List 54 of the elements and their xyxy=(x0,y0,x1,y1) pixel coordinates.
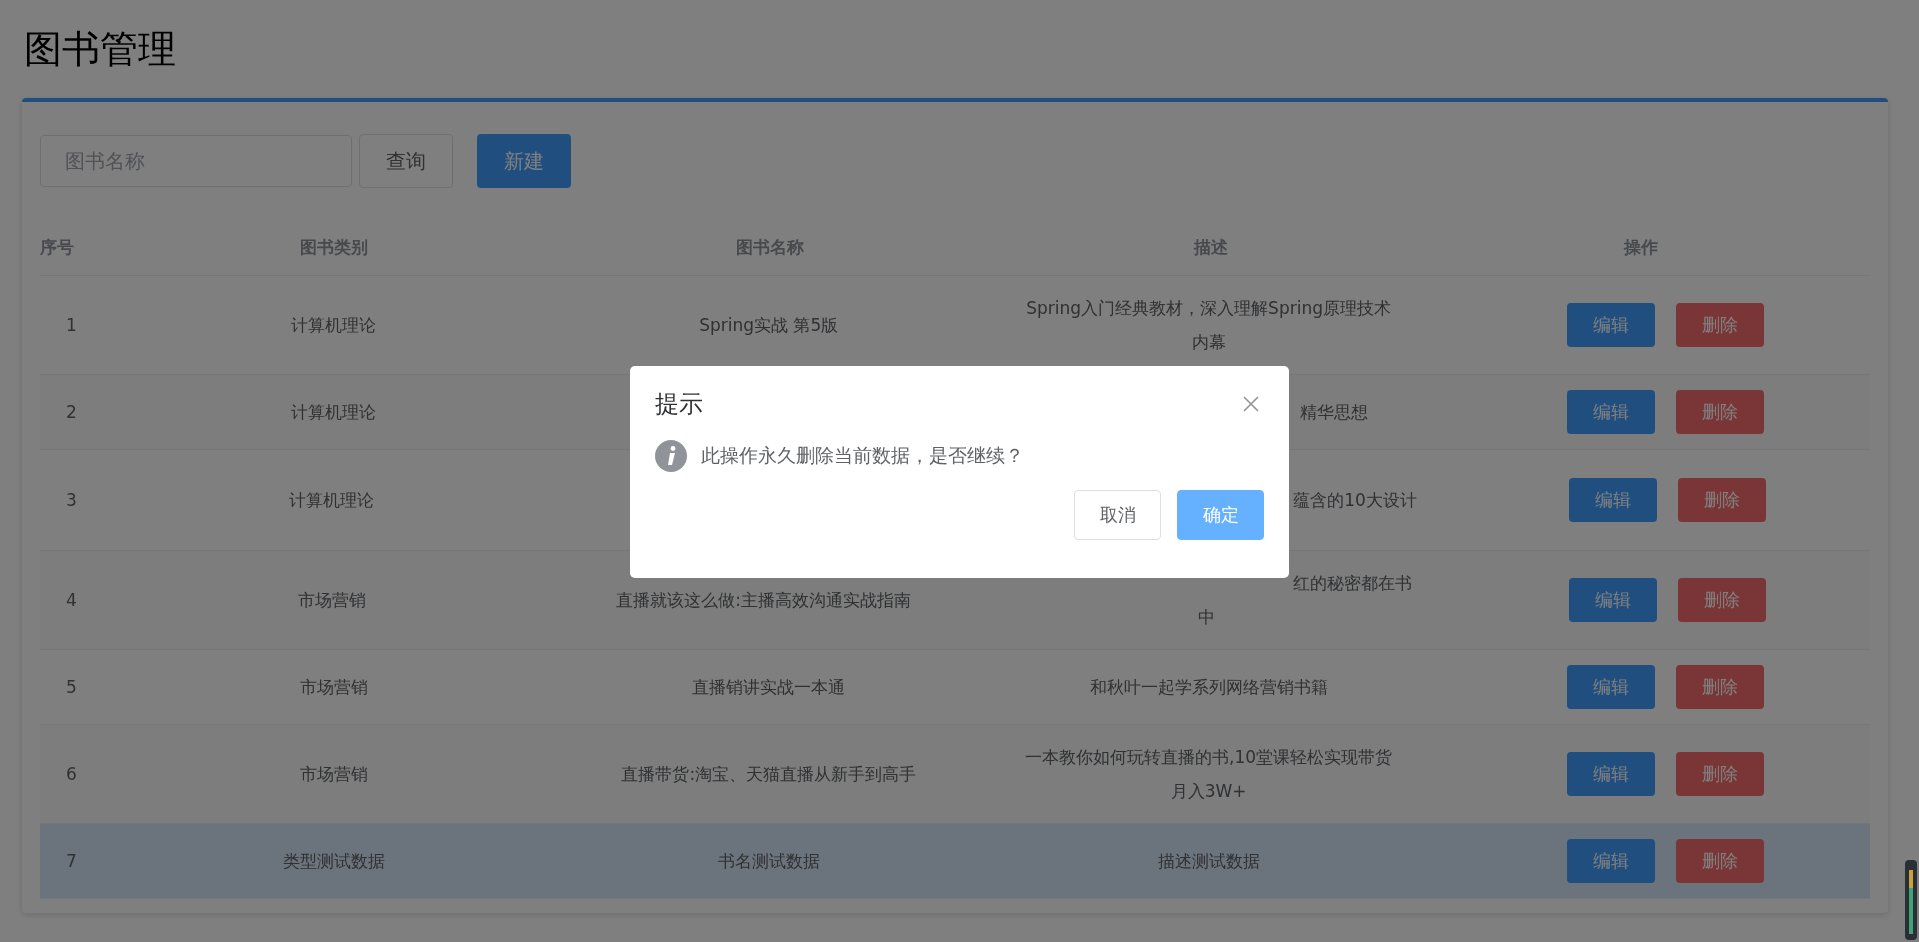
table-cell: 蕴含的10大设计 xyxy=(1293,490,1417,510)
edit-button[interactable]: 编辑 xyxy=(1567,390,1655,434)
table-cell: 一本教你如何玩转直播的书,10堂课轻松实现带货 xyxy=(1025,747,1393,767)
table-cell: 类型测试数据 xyxy=(282,849,385,873)
edit-button[interactable]: 编辑 xyxy=(1567,752,1655,796)
cancel-button[interactable]: 取消 xyxy=(1074,490,1161,540)
table-cell: 1 xyxy=(66,315,77,335)
table-cell: 计算机理论 xyxy=(289,488,375,512)
edit-button[interactable]: 编辑 xyxy=(1569,478,1658,522)
level-meter-icon xyxy=(1905,860,1917,940)
delete-button[interactable]: 删除 xyxy=(1676,390,1764,434)
delete-button[interactable]: 删除 xyxy=(1676,839,1764,883)
table-cell: 5 xyxy=(66,677,77,697)
table-cell: 内幕 xyxy=(1191,332,1226,352)
table-cell: 计算机理论 xyxy=(291,313,377,337)
new-button[interactable]: 新建 xyxy=(477,134,571,188)
delete-button[interactable]: 删除 xyxy=(1678,478,1767,522)
table-row[interactable]: 7 类型测试数据 书名测试数据 描述测试数据 编辑 删除 xyxy=(40,824,1870,899)
table-cell: 月入3W+ xyxy=(1170,781,1247,801)
table-cell: 4 xyxy=(66,590,77,610)
table-cell: 3 xyxy=(66,490,77,510)
edit-button[interactable]: 编辑 xyxy=(1569,578,1658,622)
table-cell: 精华思想 xyxy=(1300,402,1369,422)
delete-button[interactable]: 删除 xyxy=(1676,665,1764,709)
table-cell: 红的秘密都在书 xyxy=(1293,573,1413,593)
edit-button[interactable]: 编辑 xyxy=(1567,303,1655,347)
table-cell: 2 xyxy=(66,402,77,422)
table-cell: 计算机理论 xyxy=(291,400,377,424)
table-cell: 6 xyxy=(66,764,77,784)
query-button[interactable]: 查询 xyxy=(359,134,453,188)
table-cell: 市场营销 xyxy=(299,675,368,699)
page-title: 图书管理 xyxy=(23,26,177,72)
info-icon xyxy=(655,440,687,472)
table-cell: 中 xyxy=(1197,607,1215,627)
dialog-message: 此操作永久删除当前数据，是否继续？ xyxy=(701,443,1024,468)
table-cell: Spring入门经典教材，深入理解Spring原理技术 xyxy=(1026,298,1391,318)
table-cell: 描述测试数据 xyxy=(1157,851,1260,871)
table-cell: 直播带货:淘宝、天猫直播从新手到高手 xyxy=(621,762,917,786)
table-cell: 市场营销 xyxy=(297,588,366,612)
table-cell: 书名测试数据 xyxy=(717,849,820,873)
dialog-title: 提示 xyxy=(655,389,703,420)
delete-button[interactable]: 删除 xyxy=(1678,578,1767,622)
delete-button[interactable]: 删除 xyxy=(1676,752,1764,796)
confirm-button[interactable]: 确定 xyxy=(1177,490,1264,540)
table-cell: 7 xyxy=(66,851,77,871)
edit-button[interactable]: 编辑 xyxy=(1567,839,1655,883)
table-cell: 市场营销 xyxy=(299,762,368,786)
table-cell: 直播就该这么做:主播高效沟通实战指南 xyxy=(616,588,911,612)
table-cell: Spring实战 第5版 xyxy=(699,313,839,337)
close-icon[interactable] xyxy=(1243,396,1259,412)
delete-button[interactable]: 删除 xyxy=(1676,303,1764,347)
table-cell: 直播销讲实战一本通 xyxy=(692,675,846,699)
edit-button[interactable]: 编辑 xyxy=(1567,665,1655,709)
table-cell: 和秋叶一起学系列网络营销书籍 xyxy=(1089,677,1328,697)
